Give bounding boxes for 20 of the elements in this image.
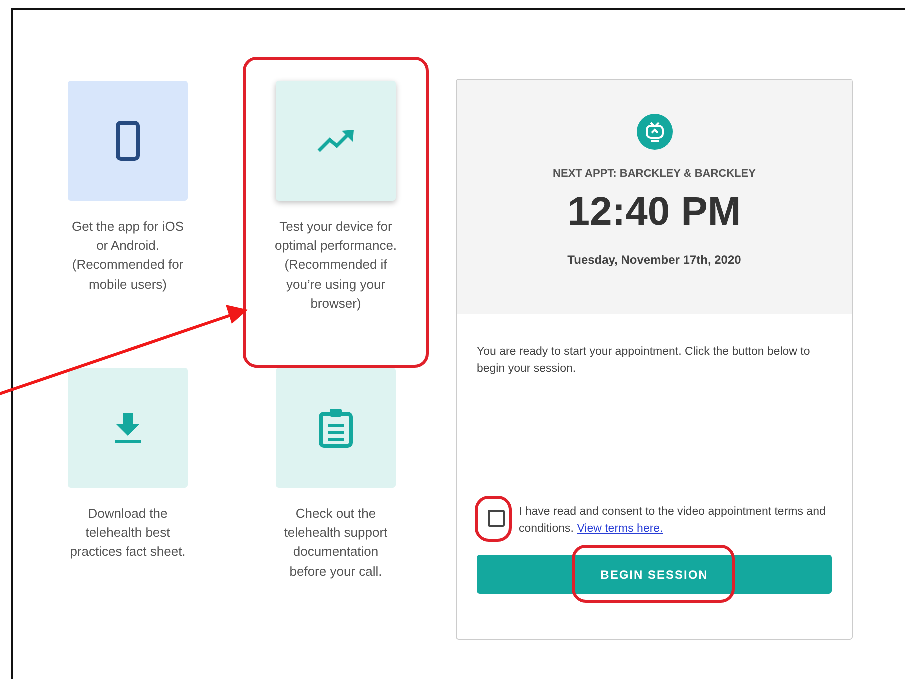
terms-link[interactable]: View terms here. [577, 523, 664, 535]
consent-checkbox[interactable] [488, 510, 505, 527]
option-tile[interactable] [276, 81, 396, 201]
option-tile[interactable] [68, 81, 188, 201]
clipboard-icon [318, 408, 354, 448]
appointment-time: 12:40 PM [568, 190, 742, 235]
option-caption: Test your device for optimal performance. (Recommended if you’re using your browser) [274, 218, 398, 313]
appointment-date: Tuesday, November 17th, 2020 [568, 253, 742, 267]
option-caption: Get the app for iOS or Android. (Recommended for mobile users) [70, 218, 185, 294]
download-icon [114, 411, 142, 445]
phone-icon [116, 121, 140, 161]
ready-message: You are ready to start your appointment. Click the button below to begin your session. [477, 345, 812, 377]
appointment-heading: NEXT APPT: BARCKLEY & BARCKLEY [553, 168, 756, 180]
tv-icon [636, 114, 672, 150]
option-caption: Check out the telehealth support documentation before your call. [283, 505, 389, 581]
consent-text: I have read and consent to the video appointment terms and conditions. View terms here. [519, 505, 827, 537]
trend-up-icon [317, 129, 355, 153]
option-tile[interactable] [68, 368, 188, 488]
option-tile[interactable] [276, 368, 396, 488]
option-caption: Download the telehealth best practices fact sheet. [69, 505, 187, 562]
